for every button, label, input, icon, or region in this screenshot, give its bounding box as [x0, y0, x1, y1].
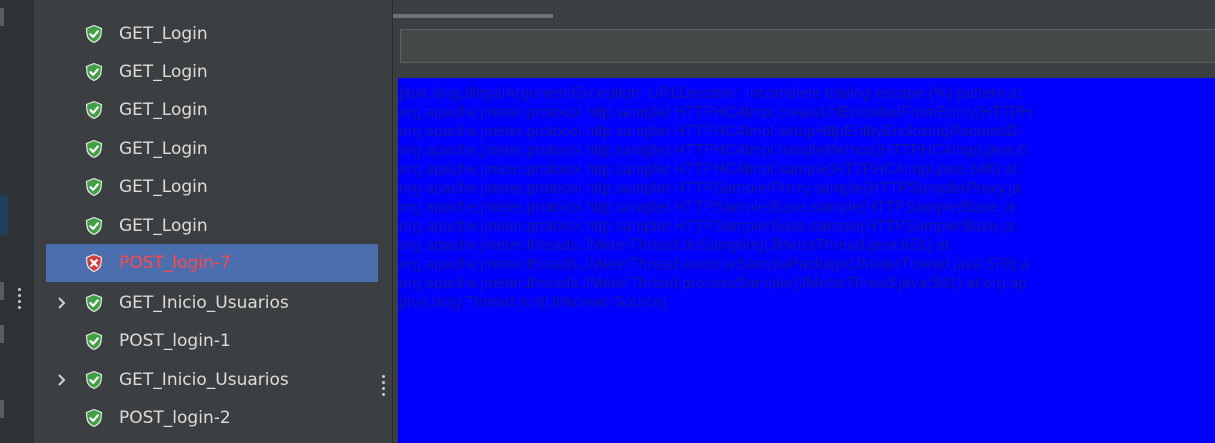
splitter-drag-handle[interactable]: [382, 375, 385, 396]
response-lines: java.lang.IllegalArgumentException: URLD…: [398, 78, 1215, 312]
stack-trace-line: org.apache.jmeter.protocol.http.sampler.…: [399, 218, 1015, 235]
strip-marker: [0, 8, 4, 26]
tree-item-label: POST_login-7: [119, 253, 231, 273]
strip-drag-handle[interactable]: [18, 288, 21, 309]
tree-item-post-login-2[interactable]: POST_login-2: [34, 399, 378, 437]
success-shield-icon: [84, 216, 104, 236]
strip-marker: [0, 325, 4, 343]
tree-item-post-login-1[interactable]: POST_login-1: [34, 322, 378, 360]
tree-item-label: GET_Inicio_Usuarios: [119, 370, 289, 390]
success-shield-icon: [84, 331, 104, 351]
stack-trace-line: org.apache.jmeter.threads.JMeterThread.d…: [399, 237, 950, 254]
tree-item-get-login[interactable]: GET_Login: [34, 91, 378, 129]
request-url-field[interactable]: [400, 29, 1215, 63]
left-toolbar-strip: [0, 0, 34, 443]
success-shield-icon: [84, 139, 104, 159]
stack-trace-line: org.apache.jmeter.threads.JMeterThread.p…: [399, 275, 1027, 292]
results-tree: GET_Login GET_Login GET_Login GET_Login GET_…: [34, 0, 378, 443]
tree-item-label: GET_Login: [119, 24, 208, 44]
error-shield-icon: [84, 253, 104, 273]
tree-item-get-login[interactable]: GET_Login: [34, 15, 378, 53]
stack-trace-line: org.apache.jmeter.protocol.http.sampler.…: [399, 161, 1018, 178]
stack-trace-line: org.apache.jmeter.threads.JMeterThread.e…: [399, 256, 1030, 273]
strip-marker: [0, 282, 4, 300]
stack-trace-line: org.apache.jmeter.protocol.http.sampler.…: [399, 104, 1032, 121]
success-shield-icon: [84, 370, 104, 390]
success-shield-icon: [84, 177, 104, 197]
tree-item-label: GET_Inicio_Usuarios: [119, 293, 289, 313]
tree-item-get-login[interactable]: GET_Login: [34, 168, 378, 206]
jmeter-results-window: GET_Login GET_Login GET_Login GET_Login GET_…: [0, 0, 1215, 443]
tree-item-label: GET_Login: [119, 177, 208, 197]
success-shield-icon: [84, 100, 104, 120]
tree-item-get-login[interactable]: GET_Login: [34, 130, 378, 168]
active-tab-indicator[interactable]: [393, 14, 553, 18]
stack-trace-line: org.apache.jmeter.protocol.http.sampler.…: [399, 199, 1015, 216]
stack-trace-line: org.apache.jmeter.protocol.http.sampler.…: [399, 180, 1021, 197]
response-panel: java.lang.IllegalArgumentException: URLD…: [393, 0, 1215, 443]
tree-item-label: POST_login-1: [119, 331, 231, 351]
stack-trace-line: org.apache.jmeter.protocol.http.sampler.…: [399, 123, 1018, 140]
tree-item-get-login[interactable]: GET_Login: [34, 207, 378, 245]
strip-marker: [0, 400, 4, 418]
tree-item-get-inicio-usuarios[interactable]: GET_Inicio_Usuarios: [34, 361, 378, 399]
success-shield-icon: [84, 408, 104, 428]
tree-item-post-login-7[interactable]: POST_login-7: [34, 244, 378, 282]
stack-trace-line: java.lang.Thread.run(Unknown Source): [399, 294, 668, 311]
tree-item-get-login[interactable]: GET_Login: [34, 53, 378, 91]
stack-trace-line: org.apache.jmeter.protocol.http.sampler.…: [399, 142, 1027, 159]
tree-item-label: GET_Login: [119, 216, 208, 236]
tree-item-get-inicio-usuarios[interactable]: GET_Inicio_Usuarios: [34, 284, 378, 322]
chevron-right-icon[interactable]: [55, 296, 69, 310]
chevron-right-icon[interactable]: [55, 373, 69, 387]
panel-splitter[interactable]: [378, 0, 393, 443]
tree-item-label: GET_Login: [119, 100, 208, 120]
tree-item-label: GET_Login: [119, 139, 208, 159]
tree-item-label: GET_Login: [119, 62, 208, 82]
strip-accent: [0, 195, 8, 235]
success-shield-icon: [84, 62, 104, 82]
response-data-textarea[interactable]: java.lang.IllegalArgumentException: URLD…: [398, 78, 1215, 443]
tree-item-label: POST_login-2: [119, 408, 231, 428]
success-shield-icon: [84, 293, 104, 313]
success-shield-icon: [84, 24, 104, 44]
stack-trace-line: java.lang.IllegalArgumentException: URLD…: [399, 85, 1022, 102]
